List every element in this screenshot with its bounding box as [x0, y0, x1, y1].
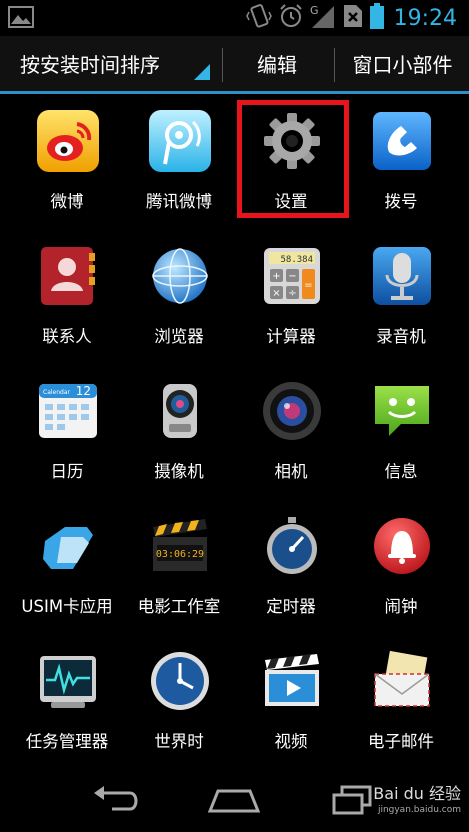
svg-text:×: × — [272, 288, 280, 299]
app-grid: 微博 腾讯微博 设置 拨号 联系人 浏览器 58.384 + − = × ÷ 计… — [0, 98, 469, 768]
app-alarm-clock[interactable]: 闹钟 — [346, 509, 456, 639]
microphone-icon — [371, 245, 433, 307]
tab-edit[interactable]: 编辑 — [224, 36, 330, 91]
app-camera[interactable]: 相机 — [236, 374, 346, 504]
app-label: 录音机 — [376, 327, 426, 346]
app-label: 电影工作室 — [137, 597, 221, 616]
app-label: USIM卡应用 — [21, 597, 113, 616]
calendar-icon: Calendar 12 — [37, 380, 99, 442]
svg-text:+: + — [272, 271, 280, 282]
vibrate-icon — [245, 3, 272, 33]
alarm-icon — [278, 3, 304, 33]
phone-dialer-icon — [371, 110, 433, 172]
calendar-header: Calendar — [43, 389, 71, 396]
tab-divider — [334, 48, 335, 82]
app-contacts[interactable]: 联系人 — [12, 239, 122, 369]
movie-studio-timecode: 03:06:29 — [156, 549, 204, 560]
tab-widgets[interactable]: 窗口小部件 — [336, 36, 469, 91]
app-label: 微博 — [50, 192, 84, 211]
app-world-clock[interactable]: 世界时 — [124, 644, 234, 774]
home-icon[interactable] — [204, 782, 264, 818]
sim-card-icon — [37, 515, 99, 577]
video-player-icon — [261, 650, 323, 712]
app-label: 腾讯微博 — [146, 192, 212, 211]
status-bar: G 19:24 — [0, 0, 469, 36]
svg-text:=: = — [304, 280, 312, 291]
tab-sort-by-install-time[interactable]: 按安装时间排序 — [0, 36, 218, 91]
app-label: 联系人 — [42, 327, 92, 346]
app-label: 信息 — [384, 462, 418, 481]
baidu-jingyan-watermark: Bai du 经验 jingyan.baidu.com — [373, 784, 461, 816]
app-label: 闹钟 — [384, 597, 418, 616]
email-icon — [371, 650, 433, 712]
settings-highlight-box — [237, 100, 349, 218]
app-label: 浏览器 — [154, 327, 204, 346]
app-label: 日历 — [50, 462, 84, 481]
app-messaging[interactable]: 信息 — [346, 374, 456, 504]
app-label: 世界时 — [154, 732, 204, 751]
dropdown-corner-icon — [194, 64, 210, 80]
no-sim-icon — [342, 3, 364, 33]
app-label: 电子邮件 — [368, 732, 434, 751]
svg-text:G: G — [310, 4, 319, 17]
battery-icon — [369, 3, 384, 33]
app-email[interactable]: 电子邮件 — [346, 644, 456, 774]
task-manager-icon — [37, 650, 99, 712]
calculator-icon: 58.384 + − = × ÷ — [261, 245, 323, 307]
browser-globe-icon — [149, 245, 211, 307]
app-drawer-header: 按安装时间排序 编辑 窗口小部件 — [0, 36, 469, 94]
app-camcorder[interactable]: 摄像机 — [124, 374, 234, 504]
gallery-notification-icon — [8, 6, 34, 32]
app-video[interactable]: 视频 — [236, 644, 346, 774]
app-movie-studio[interactable]: 03:06:29 电影工作室 — [124, 509, 234, 639]
calculator-display: 58.384 — [280, 255, 313, 265]
tencent-weibo-icon — [149, 110, 211, 172]
app-usim[interactable]: USIM卡应用 — [12, 509, 122, 639]
camcorder-icon — [149, 380, 211, 442]
camera-lens-icon — [261, 380, 323, 442]
app-label: 任务管理器 — [25, 732, 109, 751]
stopwatch-icon — [261, 515, 323, 577]
app-dialer[interactable]: 拨号 — [346, 104, 456, 234]
app-label: 拨号 — [384, 192, 418, 211]
app-task-manager[interactable]: 任务管理器 — [12, 644, 122, 774]
weibo-icon — [37, 110, 99, 172]
back-icon[interactable] — [86, 782, 146, 818]
signal-icon: G — [310, 3, 336, 33]
app-timer[interactable]: 定时器 — [236, 509, 346, 639]
alarm-bell-icon — [371, 515, 433, 577]
app-browser[interactable]: 浏览器 — [124, 239, 234, 369]
app-sound-recorder[interactable]: 录音机 — [346, 239, 456, 369]
contacts-icon — [37, 245, 99, 307]
app-calendar[interactable]: Calendar 12 日历 — [12, 374, 122, 504]
svg-text:÷: ÷ — [288, 288, 296, 299]
navigation-bar: Bai du 经验 jingyan.baidu.com — [0, 768, 469, 832]
app-label: 摄像机 — [154, 462, 204, 481]
svg-text:−: − — [288, 271, 296, 282]
app-weibo[interactable]: 微博 — [12, 104, 122, 234]
tab-divider — [222, 48, 223, 82]
calendar-day: 12 — [76, 384, 91, 398]
messaging-icon — [371, 380, 433, 442]
app-tencent-weibo[interactable]: 腾讯微博 — [124, 104, 234, 234]
status-time: 19:24 — [393, 5, 457, 31]
world-clock-icon — [149, 650, 211, 712]
app-calculator[interactable]: 58.384 + − = × ÷ 计算器 — [236, 239, 346, 369]
movie-studio-icon: 03:06:29 — [149, 515, 211, 577]
